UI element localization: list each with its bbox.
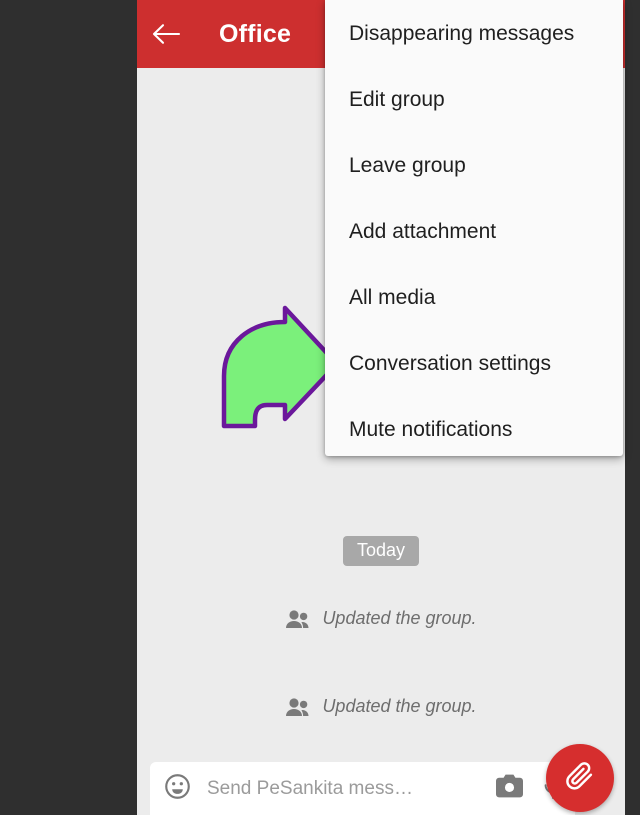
overflow-menu: Disappearing messages Edit group Leave g…: [325, 0, 623, 456]
back-button[interactable]: [137, 0, 195, 68]
list-item-label: Updated the group.: [322, 696, 477, 716]
group-people-icon: [285, 697, 311, 717]
menu-item-edit-group[interactable]: Edit group: [325, 66, 623, 132]
list-item: Updated the group.: [137, 696, 625, 717]
menu-item-add-attachment[interactable]: Add attachment: [325, 198, 623, 264]
message-input-bar: [150, 762, 575, 815]
menu-item-disappearing-messages[interactable]: Disappearing messages: [325, 0, 623, 66]
menu-item-label: Disappearing messages: [349, 21, 575, 45]
date-badge: Today: [342, 536, 420, 566]
screen: Office Today Updated the group. Updated …: [0, 0, 640, 815]
list-item: Updated the group.: [137, 608, 625, 629]
camera-button[interactable]: [487, 767, 531, 811]
menu-item-label: Add attachment: [349, 219, 497, 243]
menu-item-conversation-settings[interactable]: Conversation settings: [325, 330, 623, 396]
compose-bar-container: [137, 744, 625, 815]
date-separator: Today: [137, 536, 625, 566]
right-gutter: [625, 0, 640, 815]
page-title: Office: [219, 19, 292, 48]
attach-button[interactable]: [546, 744, 614, 812]
menu-item-label: Edit group: [349, 87, 445, 111]
paperclip-icon: [564, 760, 596, 797]
camera-icon: [495, 774, 523, 803]
menu-item-label: All media: [349, 285, 436, 309]
menu-item-mute-notifications[interactable]: Mute notifications: [325, 396, 623, 456]
menu-item-leave-group[interactable]: Leave group: [325, 132, 623, 198]
arrow-left-icon: [151, 22, 181, 46]
group-people-icon: [285, 609, 311, 629]
list-item-label: Updated the group.: [322, 608, 477, 628]
message-input[interactable]: [205, 776, 487, 801]
smiley-face-icon[interactable]: [164, 773, 191, 805]
menu-item-label: Mute notifications: [349, 417, 513, 441]
menu-item-label: Leave group: [349, 153, 466, 177]
left-gutter: [0, 0, 137, 815]
menu-item-label: Conversation settings: [349, 351, 551, 375]
annotation-arrow-icon: [215, 305, 343, 430]
menu-item-all-media[interactable]: All media: [325, 264, 623, 330]
